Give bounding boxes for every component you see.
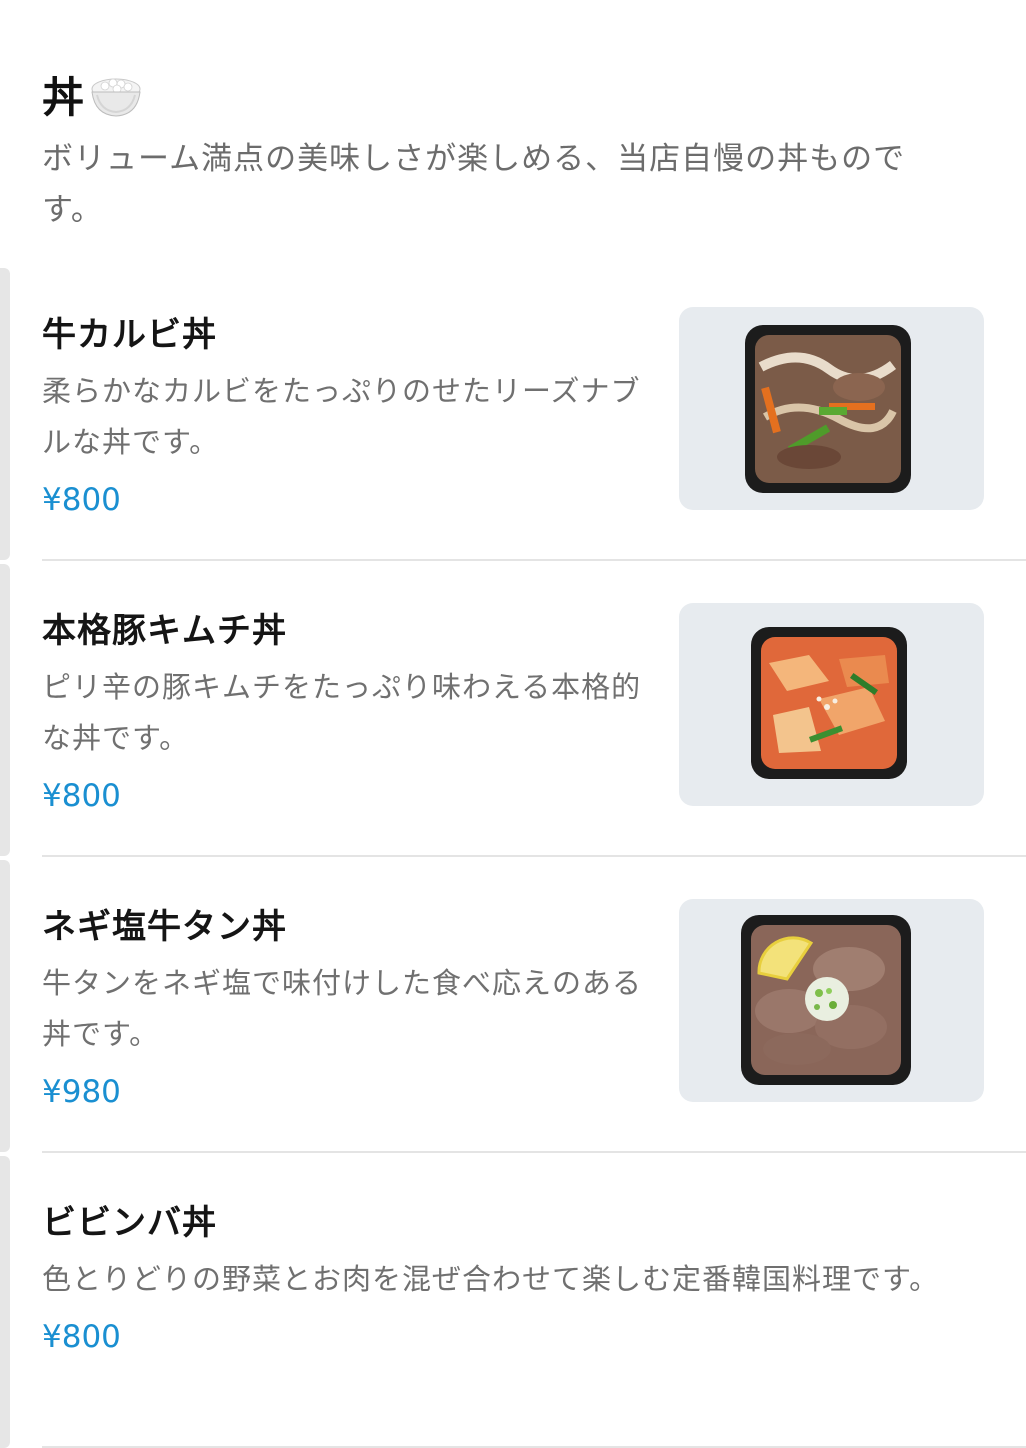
section-title: 丼	[42, 72, 86, 122]
divider	[42, 855, 1026, 857]
edge-tab[interactable]	[0, 564, 10, 856]
pork-kimchi-bowl-photo[interactable]	[679, 603, 984, 806]
edge-tab[interactable]	[0, 268, 10, 560]
menu-item-name: ビビンバ丼	[42, 1203, 217, 1243]
beef-kalbi-bowl-photo[interactable]	[679, 307, 984, 510]
menu-item-description: 牛タンをネギ塩で味付けした食べ応えのある丼です。	[42, 966, 643, 1051]
menu-item-price: ¥800	[42, 778, 121, 814]
section-header: 丼 ボリューム満点の美味しさが楽しめる、当店自慢の丼ものです。	[42, 62, 982, 236]
menu-item-price: ¥980	[42, 1074, 121, 1110]
section-description: ボリューム満点の美味しさが楽しめる、当店自慢の丼ものです。	[42, 141, 906, 228]
menu-item[interactable]: ネギ塩牛タン丼 牛タンをネギ塩で味付けした食べ応えのある丼です。 ¥980	[42, 894, 1026, 1190]
menu-item[interactable]: 本格豚キムチ丼 ピリ辛の豚キムチをたっぷり味わえる本格的な丼です。 ¥800	[42, 598, 1026, 894]
menu-item-name: 本格豚キムチ丼	[42, 611, 287, 651]
edge-tab[interactable]	[0, 860, 10, 1152]
edge-tab[interactable]	[0, 1156, 10, 1448]
menu-item-price: ¥800	[42, 1319, 121, 1355]
menu-category-page: 丼 ボリューム満点の美味しさが楽しめる、当店自慢の丼ものです。 牛カルビ丼 柔ら…	[0, 0, 1026, 1448]
divider	[42, 1151, 1026, 1153]
menu-item-price: ¥800	[42, 482, 121, 518]
menu-item-name: 牛カルビ丼	[42, 315, 217, 355]
negi-shio-beef-tongue-bowl-photo[interactable]	[679, 899, 984, 1102]
rice-bowl-icon	[87, 65, 145, 123]
menu-item-description: 色とりどりの野菜とお肉を混ぜ合わせて楽しむ定番韓国料理です。	[42, 1262, 940, 1296]
menu-item[interactable]: ビビンバ丼 色とりどりの野菜とお肉を混ぜ合わせて楽しむ定番韓国料理です。 ¥80…	[42, 1190, 1026, 1448]
menu-item[interactable]: 牛カルビ丼 柔らかなカルビをたっぷりのせたリーズナブルな丼です。 ¥800	[42, 302, 1026, 598]
divider	[42, 559, 1026, 561]
menu-item-description: 柔らかなカルビをたっぷりのせたリーズナブルな丼です。	[42, 374, 641, 459]
menu-item-description: ピリ辛の豚キムチをたっぷり味わえる本格的な丼です。	[42, 670, 642, 755]
menu-item-name: ネギ塩牛タン丼	[42, 907, 287, 947]
